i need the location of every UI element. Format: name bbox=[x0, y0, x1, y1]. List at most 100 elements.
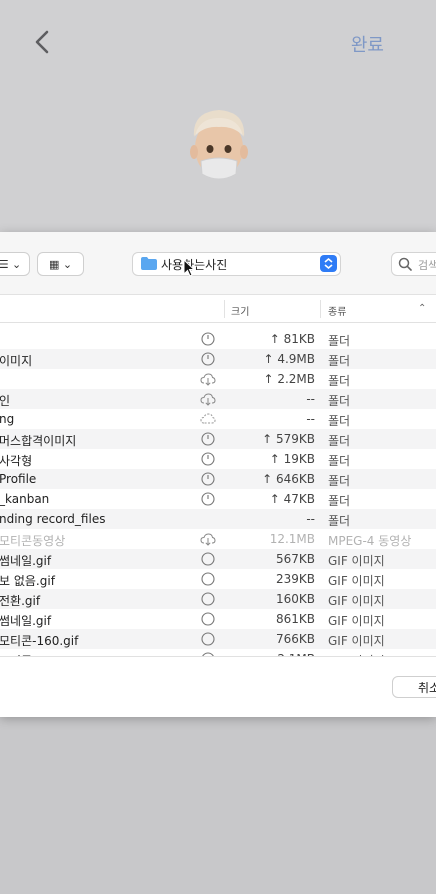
file-row[interactable]: 인 -- 폴더 bbox=[0, 389, 436, 409]
file-kind: 폴더 bbox=[328, 354, 351, 368]
file-size: 766KB bbox=[275, 632, 315, 646]
file-name: 보 없음.gif bbox=[0, 574, 55, 588]
file-row[interactable]: ng -- 폴더 bbox=[0, 409, 436, 429]
file-kind: 폴더 bbox=[328, 494, 351, 508]
file-size: ↑ 47KB bbox=[269, 492, 315, 506]
lower-area bbox=[0, 717, 436, 894]
file-name: nding record_files bbox=[0, 512, 106, 526]
file-row[interactable]: nding record_files -- 폴더 bbox=[0, 509, 436, 529]
sync-clock-icon bbox=[201, 472, 215, 486]
file-size: ↑ 19KB bbox=[269, 452, 315, 466]
file-kind: 폴더 bbox=[328, 454, 351, 468]
file-kind: 폴더 bbox=[328, 434, 351, 448]
file-name: 인 bbox=[0, 394, 11, 408]
updown-chevron-icon[interactable] bbox=[320, 255, 337, 272]
file-row[interactable]: _kanban ↑ 47KB 폴더 bbox=[0, 489, 436, 509]
profile-header: 완료 bbox=[0, 0, 436, 232]
location-popup[interactable]: 사용하는사진 bbox=[132, 252, 341, 276]
sync-clock-icon bbox=[201, 332, 215, 346]
file-row[interactable]: 썸네일.gif 567KB GIF 이미지 bbox=[0, 549, 436, 569]
file-size: ↑ 81KB bbox=[269, 332, 315, 346]
file-size: 160KB bbox=[275, 592, 315, 606]
sync-clock-icon bbox=[201, 492, 215, 506]
view-mode-list-button[interactable]: ☰ ⌄ bbox=[0, 252, 30, 276]
file-size: -- bbox=[306, 512, 315, 526]
status-circle-icon bbox=[201, 612, 215, 626]
dialog-toolbar: ☰ ⌄ ▦ ⌄ 사용하는사진 검색 bbox=[0, 232, 436, 295]
cloud-dashed-icon bbox=[200, 413, 216, 424]
file-size: -- bbox=[306, 392, 315, 406]
folder-icon bbox=[141, 257, 157, 270]
file-open-dialog: ☰ ⌄ ▦ ⌄ 사용하는사진 검색 크기 종류 ⌃ ↑ 81KB 폴더 이미지 … bbox=[0, 232, 436, 717]
file-row[interactable]: 이미지 ↑ 4.9MB 폴더 bbox=[0, 349, 436, 369]
file-row[interactable]: 보 없음.gif 239KB GIF 이미지 bbox=[0, 569, 436, 589]
list-view-icon: ☰ ⌄ bbox=[0, 257, 22, 271]
status-circle-icon bbox=[201, 592, 215, 606]
file-name: 모티콘-160.gif bbox=[0, 634, 79, 648]
search-field[interactable]: 검색 bbox=[391, 252, 436, 276]
mouse-pointer-icon bbox=[183, 259, 195, 277]
file-kind: 폴더 bbox=[328, 514, 351, 528]
file-kind: GIF 이미지 bbox=[328, 554, 385, 568]
file-row[interactable]: Profile ↑ 646KB 폴더 bbox=[0, 469, 436, 489]
file-name: 썸네일.gif bbox=[0, 554, 52, 568]
memoji-avatar[interactable] bbox=[186, 104, 252, 188]
sync-clock-icon bbox=[201, 432, 215, 446]
file-list: ↑ 81KB 폴더 이미지 ↑ 4.9MB 폴더 ↑ 2.2MB 폴더 인 -- 폴더 ng -- 폴더… bbox=[0, 329, 436, 656]
file-name: Profile bbox=[0, 472, 37, 486]
column-separator bbox=[224, 300, 225, 318]
sort-chevron-icon[interactable]: ⌃ bbox=[418, 303, 426, 314]
sync-clock-icon bbox=[201, 452, 215, 466]
file-row[interactable]: 전환.gif 160KB GIF 이미지 bbox=[0, 589, 436, 609]
file-row[interactable]: ↑ 2.2MB 폴더 bbox=[0, 369, 436, 389]
file-size: -- bbox=[306, 412, 315, 426]
size-column-header[interactable]: 크기 bbox=[231, 303, 249, 318]
file-row[interactable]: 모티콘-3602.1MBGIF 이미지 bbox=[0, 649, 436, 656]
file-kind: GIF 이미지 bbox=[328, 594, 385, 608]
file-kind: GIF 이미지 bbox=[328, 614, 385, 628]
status-circle-icon bbox=[201, 632, 215, 646]
file-name: 썸네일.gif bbox=[0, 614, 52, 628]
file-kind: 폴더 bbox=[328, 394, 351, 408]
file-kind: 폴더 bbox=[328, 414, 351, 428]
file-size: 239KB bbox=[275, 572, 315, 586]
file-name: 전환.gif bbox=[0, 594, 41, 608]
file-kind: 폴더 bbox=[328, 334, 351, 348]
kind-column-header[interactable]: 종류 bbox=[328, 303, 346, 318]
grid-view-icon: ▦ ⌄ bbox=[48, 257, 73, 271]
file-size: ↑ 579KB bbox=[262, 432, 315, 446]
back-chevron-icon[interactable] bbox=[30, 28, 56, 56]
done-button[interactable]: 완료 bbox=[351, 31, 384, 57]
file-kind: 폴더 bbox=[328, 474, 351, 488]
file-size: 861KB bbox=[275, 612, 315, 626]
group-mode-button[interactable]: ▦ ⌄ bbox=[37, 252, 84, 276]
list-bottom-divider bbox=[0, 656, 436, 657]
cloud-download-icon bbox=[200, 373, 216, 386]
status-circle-icon bbox=[201, 572, 215, 586]
file-kind: 폴더 bbox=[328, 374, 351, 388]
file-kind: GIF 이미지 bbox=[328, 634, 385, 648]
file-row[interactable]: ↑ 81KB 폴더 bbox=[0, 329, 436, 349]
file-kind: MPEG-4 동영상 bbox=[328, 534, 412, 548]
column-separator bbox=[320, 300, 321, 318]
cloud-download-icon bbox=[200, 393, 216, 406]
status-circle-icon bbox=[201, 552, 215, 566]
file-row[interactable]: 썸네일.gif 861KB GIF 이미지 bbox=[0, 609, 436, 629]
file-size: ↑ 4.9MB bbox=[263, 352, 315, 366]
file-row[interactable]: 사각형 ↑ 19KB 폴더 bbox=[0, 449, 436, 469]
file-name: _kanban bbox=[0, 492, 50, 506]
file-name: 사각형 bbox=[0, 454, 33, 468]
file-size: ↑ 2.2MB bbox=[263, 372, 315, 386]
search-icon bbox=[398, 257, 412, 271]
file-size: ↑ 646KB bbox=[262, 472, 315, 486]
file-size: 567KB bbox=[275, 552, 315, 566]
file-kind: GIF 이미지 bbox=[328, 574, 385, 588]
file-name: ng bbox=[0, 412, 15, 426]
file-row[interactable]: 모티콘-160.gif 766KB GIF 이미지 bbox=[0, 629, 436, 649]
cancel-label: 취소 bbox=[418, 681, 436, 695]
cancel-button[interactable]: 취소 bbox=[392, 676, 436, 698]
file-row[interactable]: 모티콘동영상 12.1MB MPEG-4 동영상 bbox=[0, 529, 436, 549]
file-name: 머스합격이미지 bbox=[0, 434, 77, 448]
file-row[interactable]: 머스합격이미지 ↑ 579KB 폴더 bbox=[0, 429, 436, 449]
file-name: 이미지 bbox=[0, 354, 33, 368]
